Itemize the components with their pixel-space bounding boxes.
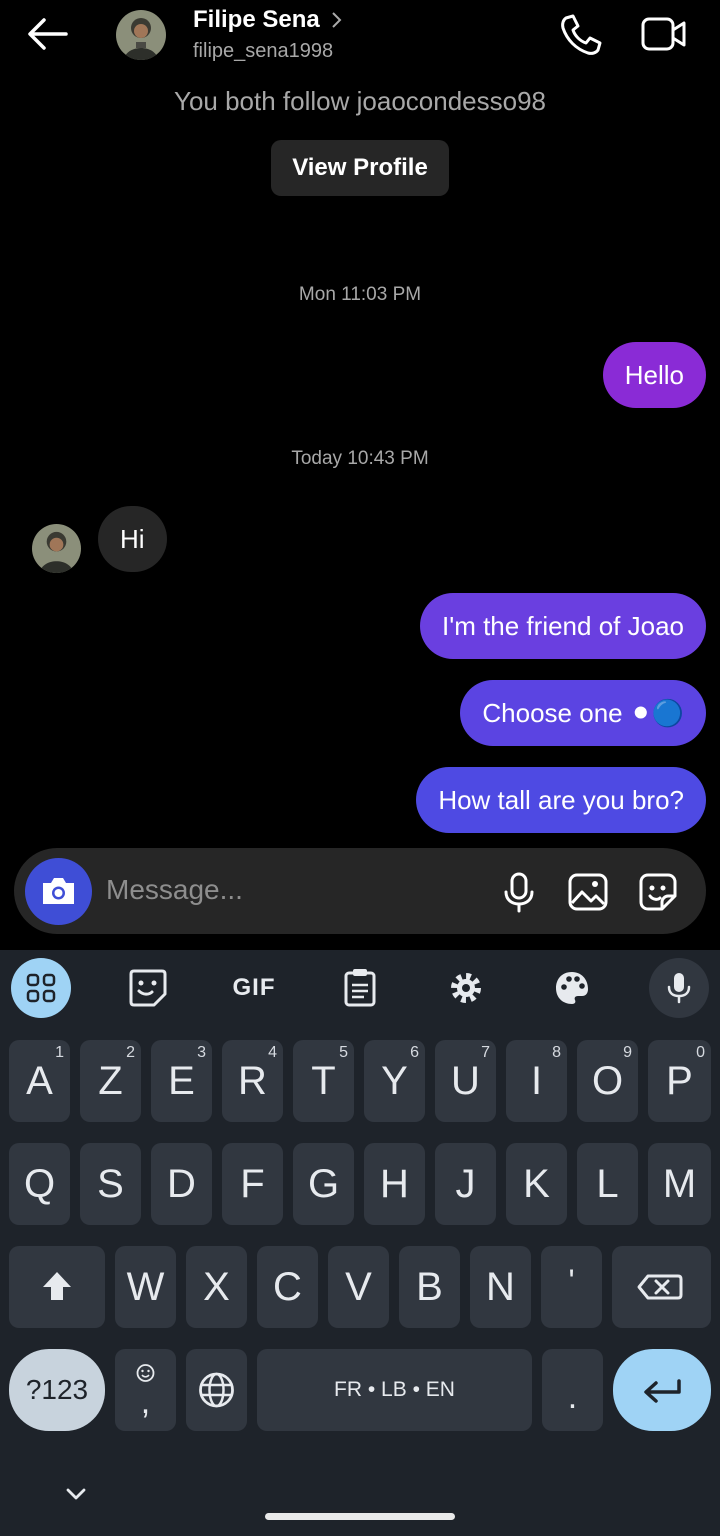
key-z[interactable]: 2Z xyxy=(80,1040,141,1122)
profile-photo xyxy=(32,524,81,573)
key-p[interactable]: 0P xyxy=(648,1040,711,1122)
language-key[interactable] xyxy=(186,1349,247,1431)
key-apostrophe[interactable]: ' xyxy=(541,1246,602,1328)
key-e[interactable]: 3E xyxy=(151,1040,212,1122)
microphone-button[interactable] xyxy=(497,870,541,914)
apps-button[interactable] xyxy=(11,958,71,1018)
key-c[interactable]: C xyxy=(257,1246,318,1328)
key-t[interactable]: 5T xyxy=(293,1040,354,1122)
arrow-left-icon xyxy=(28,18,68,50)
camera-icon xyxy=(43,878,74,904)
settings-button[interactable] xyxy=(436,958,496,1018)
sticker-button[interactable] xyxy=(636,870,680,914)
key-u[interactable]: 7U xyxy=(435,1040,496,1122)
hide-keyboard-button[interactable] xyxy=(62,1482,90,1506)
message-bubble-sent[interactable]: How tall are you bro? xyxy=(416,767,706,833)
voice-call-button[interactable] xyxy=(556,12,604,56)
clipboard-button[interactable] xyxy=(330,958,390,1018)
key-a[interactable]: 1A xyxy=(9,1040,70,1122)
message-bubble-received[interactable]: Hi xyxy=(98,506,167,572)
avatar[interactable] xyxy=(116,10,166,60)
key-n[interactable]: N xyxy=(470,1246,531,1328)
key-d[interactable]: D xyxy=(151,1143,212,1225)
space-bar[interactable]: FR • LB • EN xyxy=(257,1349,532,1431)
avatar[interactable] xyxy=(32,524,81,573)
gear-icon xyxy=(451,973,481,1003)
key-v[interactable]: V xyxy=(328,1246,389,1328)
key-m[interactable]: M xyxy=(648,1143,711,1225)
backspace-icon xyxy=(637,1274,683,1300)
gif-button[interactable]: GIF xyxy=(224,958,284,1018)
palette-icon xyxy=(556,972,588,1004)
symbols-key[interactable]: ?123 xyxy=(9,1349,105,1431)
message-bubble-sent[interactable]: I'm the friend of Joao xyxy=(420,593,706,659)
contact-username[interactable]: filipe_sena1998 xyxy=(193,40,333,63)
comma-label: , xyxy=(140,1383,151,1421)
key-q[interactable]: Q xyxy=(9,1143,70,1225)
sticker-icon xyxy=(129,969,167,1007)
key-s[interactable]: S xyxy=(80,1143,141,1225)
timestamp: Today 10:43 PM xyxy=(291,448,429,469)
theme-button[interactable] xyxy=(542,958,602,1018)
gallery-button[interactable] xyxy=(566,870,610,914)
message-bubble-sent[interactable]: Choose one ⚫🔵 xyxy=(460,680,706,746)
home-indicator[interactable] xyxy=(265,1513,455,1520)
back-button[interactable] xyxy=(24,14,72,54)
camera-button[interactable] xyxy=(25,858,92,925)
grid-icon xyxy=(26,973,56,1003)
enter-arrow-icon xyxy=(644,1379,681,1403)
period-key[interactable]: . xyxy=(542,1349,603,1431)
voice-input-button[interactable] xyxy=(649,958,709,1018)
key-j[interactable]: J xyxy=(435,1143,496,1225)
sticker-keyboard-button[interactable] xyxy=(118,958,178,1018)
key-r[interactable]: 4R xyxy=(222,1040,283,1122)
phone-icon xyxy=(561,14,602,55)
emoji-comma-key[interactable]: , xyxy=(115,1349,176,1431)
sticker-icon xyxy=(639,873,677,911)
key-i[interactable]: 8I xyxy=(506,1040,567,1122)
key-x[interactable]: X xyxy=(186,1246,247,1328)
key-o[interactable]: 9O xyxy=(577,1040,638,1122)
backspace-key[interactable] xyxy=(612,1246,711,1328)
key-g[interactable]: G xyxy=(293,1143,354,1225)
contact-name[interactable]: Filipe Sena xyxy=(193,6,320,34)
message-input[interactable]: Message... xyxy=(106,874,243,906)
key-b[interactable]: B xyxy=(399,1246,460,1328)
image-icon xyxy=(568,873,608,911)
mutual-followers-text: You both follow joaocondesso98 xyxy=(174,86,546,116)
profile-photo xyxy=(116,10,166,60)
key-h[interactable]: H xyxy=(364,1143,425,1225)
message-bubble-sent[interactable]: Hello xyxy=(602,342,706,408)
enter-key[interactable] xyxy=(613,1349,711,1431)
video-camera-icon xyxy=(641,17,686,51)
video-call-button[interactable] xyxy=(640,14,688,54)
timestamp: Mon 11:03 PM xyxy=(298,284,422,305)
key-f[interactable]: F xyxy=(222,1143,283,1225)
keyboard xyxy=(0,950,720,1536)
key-y[interactable]: 6Y xyxy=(364,1040,425,1122)
key-l[interactable]: L xyxy=(577,1143,638,1225)
chevron-down-icon xyxy=(66,1488,86,1500)
key-w[interactable]: W xyxy=(115,1246,176,1328)
globe-icon xyxy=(199,1372,234,1408)
view-profile-button[interactable]: View Profile xyxy=(271,140,449,196)
microphone-icon xyxy=(504,872,534,913)
clipboard-icon xyxy=(344,969,376,1007)
microphone-icon xyxy=(667,973,691,1004)
shift-arrow-icon xyxy=(43,1272,71,1300)
key-k[interactable]: K xyxy=(506,1143,567,1225)
shift-key[interactable] xyxy=(9,1246,105,1328)
chevron-right-icon[interactable] xyxy=(330,10,344,36)
